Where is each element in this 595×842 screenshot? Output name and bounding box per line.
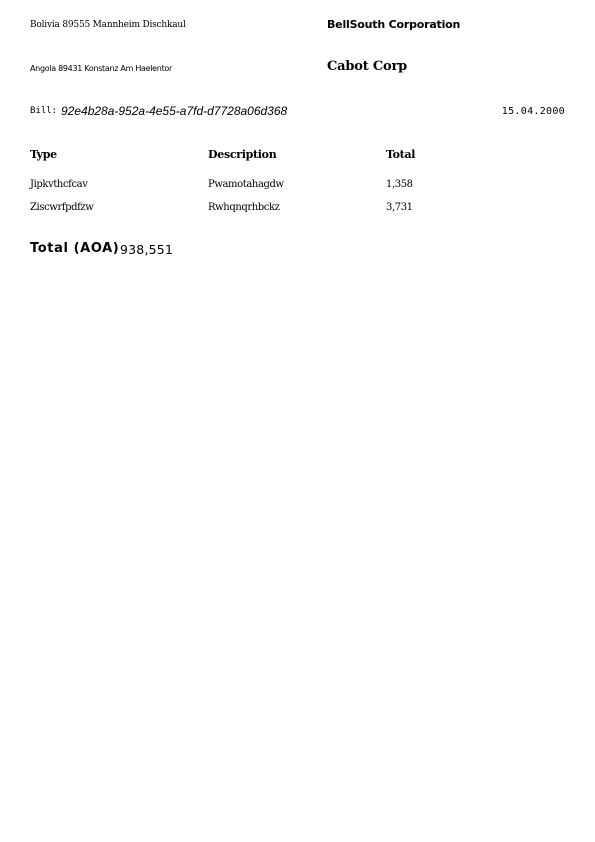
row-total: 1,358 (386, 179, 413, 190)
bill-label: Bill: (30, 106, 58, 116)
total-label: Total (AOA) (30, 241, 120, 256)
header-description: Description (208, 148, 277, 161)
row-description: Pwamotahagdw (208, 179, 284, 190)
header-type: Type (30, 148, 57, 161)
recipient-address: Angola 89431 Konstanz Am Haelentor (30, 64, 172, 73)
row-type: Jipkvthcfcav (30, 179, 88, 190)
row-type: Ziscwrfpdfzw (30, 202, 94, 213)
row-total: 3,731 (386, 202, 413, 213)
row-description: Rwhqnqrhbckz (208, 202, 280, 213)
sender-company: BellSouth Corporation (327, 18, 461, 31)
bill-id: 92e4b28a-952a-4e55-a7fd-d7728a06d368 (61, 104, 288, 118)
bill-date: 15.04.2000 (501, 106, 565, 117)
total-value: 938,551 (120, 242, 174, 257)
header-total: Total (386, 148, 416, 161)
recipient-company: Cabot Corp (327, 59, 408, 74)
sender-address: Bolivia 89555 Mannheim Dischkaul (30, 20, 186, 30)
